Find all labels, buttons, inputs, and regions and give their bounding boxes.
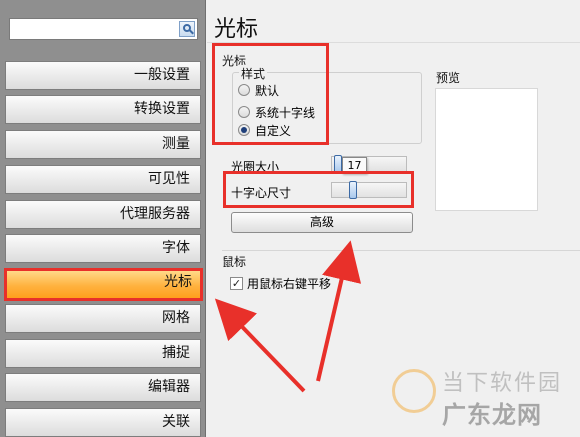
sidebar-item-measure[interactable]: 测量 (5, 130, 201, 159)
right-button-pan-option[interactable]: ✓ 用鼠标右键平移 (230, 275, 331, 292)
search-icon[interactable] (179, 21, 195, 37)
watermark: 当下软件园 广东龙网 (392, 363, 578, 435)
advanced-button[interactable]: 高级 (231, 212, 413, 233)
sidebar-item-snap[interactable]: 捕捉 (5, 339, 201, 368)
sidebar-item-font[interactable]: 字体 (5, 234, 201, 263)
page-title: 光标 (214, 17, 259, 42)
sidebar-item-visibility[interactable]: 可见性 (5, 165, 201, 194)
options-sidebar: 一般设置 转换设置 测量 可见性 代理服务器 字体 光标 网格 捕捉 编辑器 关… (0, 0, 206, 437)
annotation-box-crosshair-size (223, 171, 414, 208)
sidebar-item-conversion[interactable]: 转换设置 (5, 95, 201, 124)
watermark-logo-icon (392, 369, 436, 413)
cursor-preview (435, 88, 538, 211)
sidebar-item-grid[interactable]: 网格 (5, 304, 201, 333)
group-separator (222, 250, 580, 251)
sidebar-item-cursor[interactable]: 光标 (4, 268, 203, 301)
annotation-box-cursor-style (212, 43, 329, 145)
sidebar-item-proxy[interactable]: 代理服务器 (5, 200, 201, 229)
watermark-bottom-text: 广东龙网 (442, 401, 542, 429)
sidebar-item-general[interactable]: 一般设置 (5, 61, 201, 90)
right-button-pan-checkbox[interactable]: ✓ (230, 277, 243, 290)
search-input[interactable] (9, 18, 198, 40)
sidebar-item-editor[interactable]: 编辑器 (5, 373, 201, 402)
mouse-group-label: 鼠标 (222, 255, 247, 269)
right-button-pan-label: 用鼠标右键平移 (247, 277, 332, 291)
sidebar-item-association[interactable]: 关联 (5, 408, 201, 437)
watermark-top-text: 当下软件园 (442, 371, 563, 396)
preview-label: 预览 (436, 71, 461, 85)
